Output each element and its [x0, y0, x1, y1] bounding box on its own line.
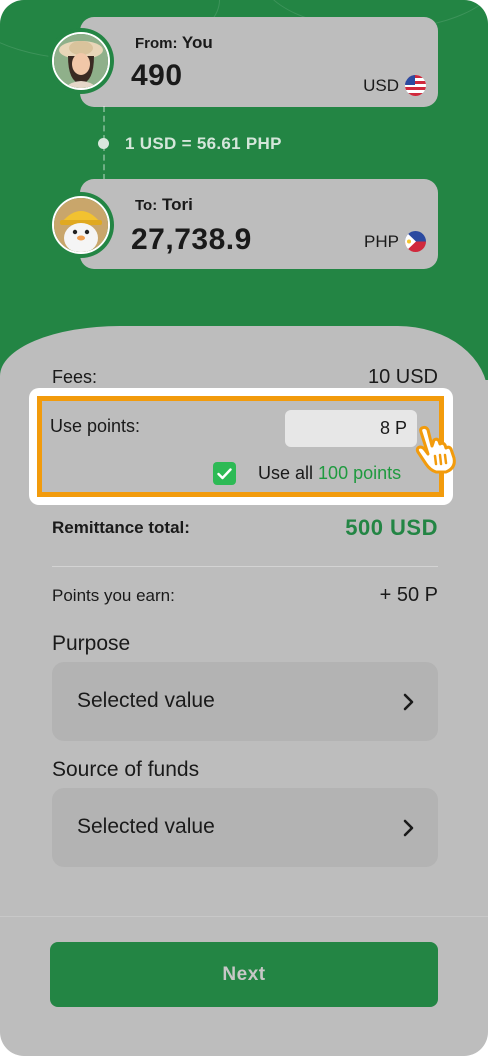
philippines-flag-icon [405, 231, 426, 252]
chevron-right-icon [403, 819, 414, 837]
usa-flag-icon [405, 75, 426, 96]
fees-label: Fees: [52, 367, 98, 387]
points-earned-value: + 50 P [379, 584, 438, 606]
points-input[interactable]: 8 P [285, 410, 417, 447]
send-currency[interactable]: USD [363, 75, 426, 96]
send-currency-code: USD [363, 75, 399, 95]
use-all-points-checkbox[interactable] [213, 462, 236, 485]
purpose-title: Purpose [52, 632, 131, 655]
points-earned-row: Points you earn: + 50 P [52, 584, 438, 607]
receive-currency[interactable]: PHP [364, 231, 426, 252]
remittance-total-label: Remittance total: [52, 518, 190, 537]
connector-dot [98, 138, 109, 149]
chevron-right-icon [403, 693, 414, 711]
recipient-card[interactable]: To: Tori 27,738.9 PHP [80, 179, 438, 269]
source-of-funds-select[interactable]: Selected value [52, 788, 438, 867]
divider [52, 566, 438, 567]
checkmark-icon [217, 467, 232, 479]
remittance-total-value: 500 USD [345, 515, 438, 540]
source-of-funds-title: Source of funds [52, 758, 200, 781]
recipient-avatar [48, 192, 114, 258]
exchange-rate: 1 USD = 56.61 PHP [125, 134, 282, 153]
purpose-selected-value: Selected value [77, 689, 215, 712]
remittance-screen: From: You 490 USD 1 USD = 56.61 PHP To: … [0, 0, 488, 1056]
recipient-name: To: Tori [135, 195, 193, 214]
fees-row: Fees: 10 USD [52, 366, 438, 389]
remittance-total-row: Remittance total: 500 USD [52, 515, 438, 541]
source-selected-value: Selected value [77, 815, 215, 838]
sender-avatar [48, 28, 114, 94]
fees-value: 10 USD [367, 366, 438, 388]
send-amount[interactable]: 490 [131, 59, 183, 93]
purpose-select[interactable]: Selected value [52, 662, 438, 741]
receive-amount[interactable]: 27,738.9 [131, 223, 252, 257]
use-all-points-label[interactable]: Use all 100 points [258, 463, 401, 484]
use-points-label: Use points: [50, 416, 141, 436]
next-button[interactable]: Next [50, 942, 438, 1007]
hand-pointer-icon [415, 425, 456, 474]
receive-currency-code: PHP [364, 231, 399, 251]
sender-name: From: You [135, 33, 213, 52]
points-earned-label: Points you earn: [52, 585, 175, 605]
sender-card[interactable]: From: You 490 USD [80, 17, 438, 107]
footer-divider [0, 916, 488, 917]
